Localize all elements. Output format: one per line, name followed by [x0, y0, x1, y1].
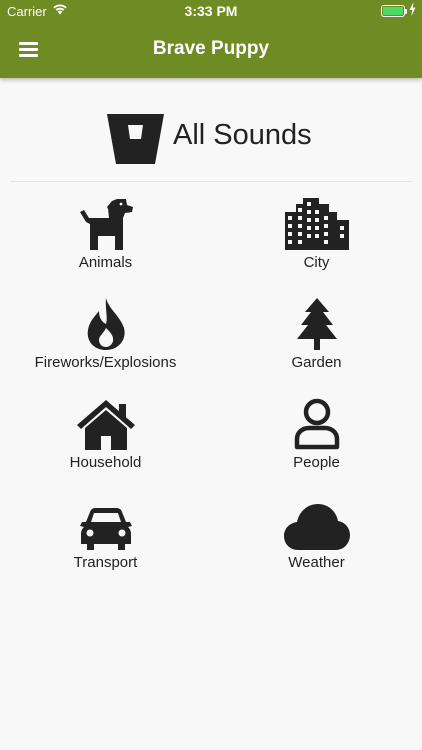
section-title: All Sounds [173, 119, 312, 151]
category-transport[interactable]: Transport [0, 492, 211, 588]
section-header: All Sounds [0, 110, 422, 164]
category-icon-wrap [211, 392, 422, 450]
dog-icon [79, 199, 133, 250]
category-garden[interactable]: Garden [211, 292, 422, 388]
category-label: Household [69, 454, 142, 471]
divider [10, 181, 412, 182]
category-city[interactable]: City [211, 192, 422, 288]
category-icon-wrap [211, 292, 422, 350]
category-animals[interactable]: Animals [0, 192, 211, 288]
person-icon [294, 398, 339, 450]
house-icon [76, 400, 135, 450]
category-household[interactable]: Household [0, 392, 211, 488]
category-label: Animals [78, 254, 133, 271]
category-icon-wrap [0, 492, 211, 550]
status-bar: Carrier 3:33 PM [0, 0, 422, 22]
battery-icon [381, 5, 405, 17]
fire-icon [87, 298, 125, 350]
battery-cap [405, 9, 407, 14]
category-icon-wrap [211, 192, 422, 250]
car-icon [79, 508, 132, 550]
category-people[interactable]: People [211, 392, 422, 488]
category-icon-wrap [0, 392, 211, 450]
category-label: Weather [288, 554, 345, 571]
category-fireworks-explosions[interactable]: Fireworks/Explosions [0, 292, 211, 388]
cloud-icon [283, 504, 350, 550]
charging-bolt-icon [409, 2, 416, 16]
app-screen: Carrier 3:33 PM Brave Puppy All Sounds A… [0, 0, 422, 750]
bucket-icon [107, 114, 164, 164]
category-label: Transport [73, 554, 138, 571]
status-time: 3:33 PM [184, 3, 238, 19]
app-bar: Brave Puppy [0, 22, 422, 78]
category-label: City [303, 254, 330, 271]
category-label: Fireworks/Explosions [34, 354, 177, 371]
city-buildings-icon [284, 198, 349, 250]
tree-icon [296, 298, 337, 350]
category-icon-wrap [0, 292, 211, 350]
category-weather[interactable]: Weather [211, 492, 422, 588]
category-label: Garden [291, 354, 342, 371]
header: Carrier 3:33 PM Brave Puppy [0, 0, 422, 78]
category-label: People [293, 454, 340, 471]
category-icon-wrap [211, 492, 422, 550]
battery-level [383, 7, 403, 15]
category-icon-wrap [0, 192, 211, 250]
app-title: Brave Puppy [152, 38, 270, 59]
